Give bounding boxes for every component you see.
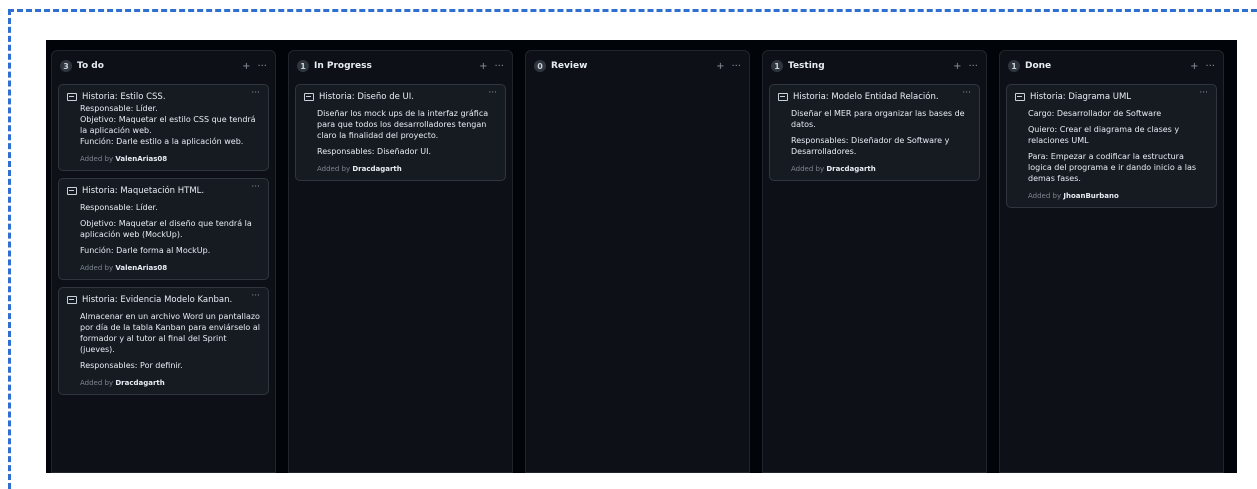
added-by-prefix: Added by (80, 379, 114, 387)
card-title[interactable]: Historia: Evidencia Modelo Kanban. (82, 295, 260, 306)
column-count-badge: 3 (60, 60, 72, 72)
card[interactable]: ··· Historia: Diagrama UML Cargo: Desarr… (1006, 84, 1217, 208)
added-by-user[interactable]: JhoanBurbano (1063, 192, 1118, 200)
card-line: Diseñar el MER para organizar las bases … (791, 109, 965, 129)
card-line: Función: Darle estilo a la aplicación we… (80, 137, 244, 146)
column-header: 1 In Progress + ··· (289, 51, 512, 81)
card-line: Función: Darle forma al MockUp. (80, 246, 211, 255)
card-line: Responsable: Líder. (80, 203, 158, 212)
card-line: Almacenar en un archivo Word un pantalla… (80, 312, 260, 354)
card-line: Cargo: Desarrollador de Software (1028, 109, 1162, 118)
column-title: In Progress (314, 61, 372, 71)
card-menu-button[interactable]: ··· (251, 182, 260, 192)
note-icon (304, 93, 314, 101)
column-count-badge: 1 (1008, 60, 1020, 72)
added-by-prefix: Added by (1028, 192, 1062, 200)
dashed-border-top (8, 9, 1257, 12)
card[interactable]: ··· Historia: Evidencia Modelo Kanban. A… (58, 287, 269, 395)
card-title[interactable]: Historia: Modelo Entidad Relación. (793, 92, 971, 103)
add-card-button[interactable]: + (716, 61, 724, 72)
column-header: 1 Testing + ··· (763, 51, 986, 81)
card-line: Objetivo: Maquetar el diseño que tendrá … (80, 219, 252, 239)
column-count-badge: 1 (297, 60, 309, 72)
column-header: 3 To do + ··· (52, 51, 275, 81)
note-icon (1015, 93, 1025, 101)
column-in-progress: 1 In Progress + ··· ··· Historia: Diseño… (288, 50, 513, 473)
column-menu-button[interactable]: ··· (731, 61, 741, 72)
card-line: Responsables: Por definir. (80, 361, 183, 370)
card-line: Diseñar los mock ups de la interfaz gráf… (317, 109, 489, 140)
column-done: 1 Done + ··· ··· Historia: Diagrama UML … (999, 50, 1224, 473)
note-icon (67, 93, 77, 101)
column-testing: 1 Testing + ··· ··· Historia: Modelo Ent… (762, 50, 987, 473)
added-by: Added by Dracdagarth (67, 379, 260, 387)
column-header: 1 Done + ··· (1000, 51, 1223, 81)
added-by-prefix: Added by (80, 155, 114, 163)
card[interactable]: ··· Historia: Modelo Entidad Relación. D… (769, 84, 980, 181)
note-icon (67, 187, 77, 195)
column-menu-button[interactable]: ··· (1205, 61, 1215, 72)
card[interactable]: ··· Historia: Estilo CSS. Responsable: L… (58, 84, 269, 171)
column-title: To do (77, 61, 104, 71)
dashed-border-left (8, 9, 11, 489)
card-menu-button[interactable]: ··· (251, 88, 260, 98)
card[interactable]: ··· Historia: Maquetación HTML. Responsa… (58, 178, 269, 280)
added-by-prefix: Added by (80, 264, 114, 272)
card[interactable]: ··· Historia: Diseño de UI. Diseñar los … (295, 84, 506, 181)
column-title: Review (551, 61, 588, 71)
add-card-button[interactable]: + (479, 61, 487, 72)
card-menu-button[interactable]: ··· (1199, 88, 1208, 98)
card-title[interactable]: Historia: Diseño de UI. (319, 92, 497, 103)
card-line: Responsable: Líder. (80, 104, 158, 113)
added-by: Added by Dracdagarth (304, 165, 497, 173)
added-by-prefix: Added by (317, 165, 351, 173)
add-card-button[interactable]: + (242, 61, 250, 72)
added-by-user[interactable]: Dracdagarth (352, 165, 401, 173)
card-title[interactable]: Historia: Maquetación HTML. (82, 186, 260, 197)
column-menu-button[interactable]: ··· (494, 61, 504, 72)
card-line: Responsables: Diseñador UI. (317, 147, 432, 156)
add-card-button[interactable]: + (1190, 61, 1198, 72)
card-line: Quiero: Crear el diagrama de clases y re… (1028, 125, 1180, 145)
note-icon (778, 93, 788, 101)
column-menu-button[interactable]: ··· (968, 61, 978, 72)
added-by-user[interactable]: ValenArias08 (115, 264, 167, 272)
card-line: Responsables: Diseñador de Software y De… (791, 136, 950, 156)
column-title: Done (1025, 61, 1052, 71)
kanban-board: 3 To do + ··· ··· Historia: Estilo CSS. … (46, 40, 1237, 473)
card-menu-button[interactable]: ··· (251, 291, 260, 301)
card-line: Objetivo: Maquetar el estilo CSS que ten… (80, 115, 256, 135)
column-menu-button[interactable]: ··· (257, 61, 267, 72)
card-menu-button[interactable]: ··· (962, 88, 971, 98)
added-by: Added by ValenArias08 (67, 155, 260, 163)
note-icon (67, 296, 77, 304)
added-by: Added by Dracdagarth (778, 165, 971, 173)
added-by-user[interactable]: ValenArias08 (115, 155, 167, 163)
card-title[interactable]: Historia: Estilo CSS. (82, 92, 260, 103)
column-title: Testing (788, 61, 825, 71)
column-count-badge: 0 (534, 60, 546, 72)
column-count-badge: 1 (771, 60, 783, 72)
column-header: 0 Review + ··· (526, 51, 749, 81)
card-menu-button[interactable]: ··· (488, 88, 497, 98)
column-review: 0 Review + ··· (525, 50, 750, 473)
added-by-prefix: Added by (791, 165, 825, 173)
added-by: Added by ValenArias08 (67, 264, 260, 272)
added-by: Added by JhoanBurbano (1015, 192, 1208, 200)
add-card-button[interactable]: + (953, 61, 961, 72)
card-title[interactable]: Historia: Diagrama UML (1030, 92, 1208, 103)
added-by-user[interactable]: Dracdagarth (826, 165, 875, 173)
added-by-user[interactable]: Dracdagarth (115, 379, 164, 387)
card-line: Para: Empezar a codificar la estructura … (1028, 152, 1197, 183)
column-to-do: 3 To do + ··· ··· Historia: Estilo CSS. … (51, 50, 276, 473)
